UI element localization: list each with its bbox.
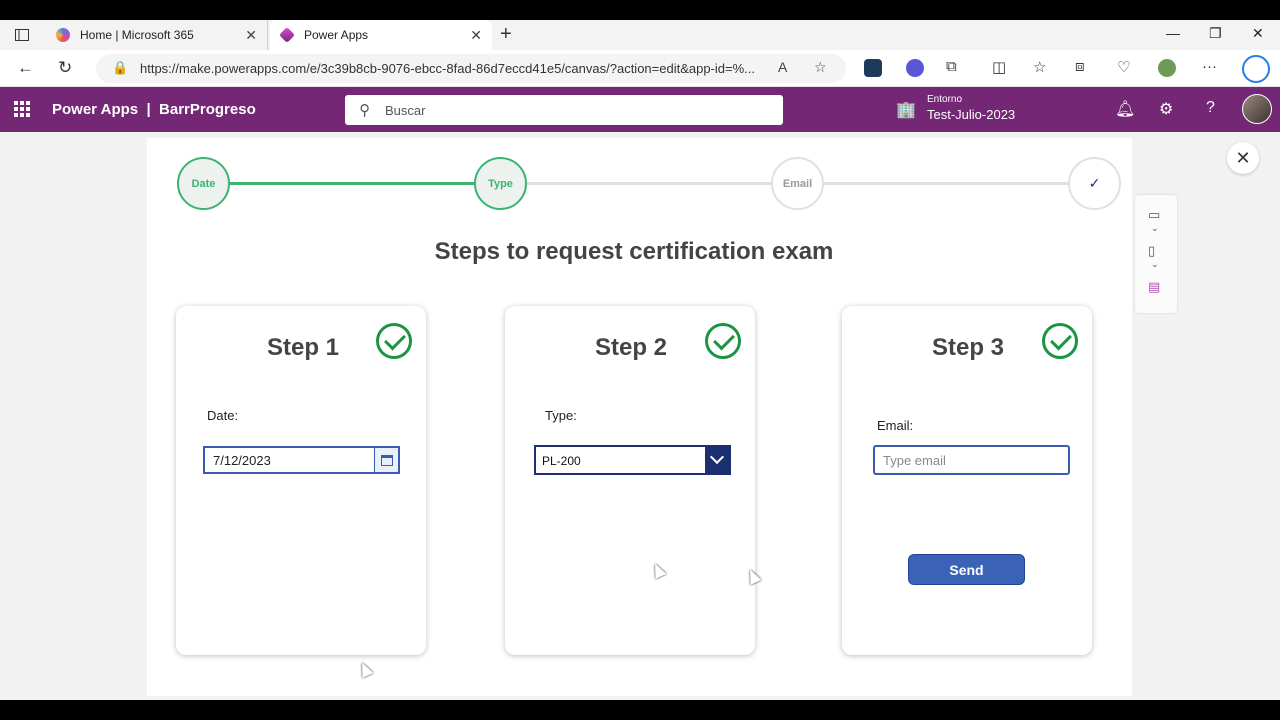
screen: Home | Microsoft 365 ✕ Power Apps ✕ + — … xyxy=(0,0,1280,720)
email-input[interactable] xyxy=(873,445,1070,475)
chevron-down-icon[interactable] xyxy=(705,447,729,473)
type-dropdown[interactable]: PL-200 xyxy=(534,445,731,475)
progress-line-pending xyxy=(527,182,771,185)
url-field[interactable]: 🔒 https://make.powerapps.com/e/3c39b8cb-… xyxy=(96,54,846,83)
extension-record-icon[interactable] xyxy=(906,59,924,77)
device-side-panel: ▭ ⌄ ▯ ⌄ ▤ xyxy=(1135,195,1177,313)
refresh-icon[interactable]: ↻ xyxy=(58,58,72,78)
split-screen-icon[interactable]: ◫ xyxy=(992,58,1006,76)
browser-essentials-icon[interactable]: ♡ xyxy=(1117,58,1130,76)
step-2-card: Step 2 Type: PL-200 xyxy=(505,306,755,655)
minimize-icon[interactable]: — xyxy=(1166,25,1180,41)
app-preview-icon[interactable]: ▤ xyxy=(1148,279,1160,295)
dropdown-value: PL-200 xyxy=(542,454,581,468)
progress-line-pending xyxy=(824,182,1068,185)
bing-copilot-icon[interactable] xyxy=(1242,55,1270,83)
phone-icon[interactable]: ▯ xyxy=(1148,243,1155,259)
chevron-down-icon[interactable]: ⌄ xyxy=(1151,223,1159,234)
app-name: Power Apps xyxy=(52,101,139,118)
read-aloud-icon[interactable]: A xyxy=(778,59,787,75)
step-3-card: Step 3 Email: Send xyxy=(842,306,1092,655)
date-value: 7/12/2023 xyxy=(213,453,271,468)
address-bar-row: ← ↻ 🔒 https://make.powerapps.com/e/3c39b… xyxy=(0,50,1280,87)
search-icon: ⚲ xyxy=(359,102,370,119)
send-button[interactable]: Send xyxy=(908,554,1025,585)
microsoft-365-icon xyxy=(56,28,70,42)
notifications-bell-icon[interactable]: 🔔︎ xyxy=(1115,99,1135,119)
progress-step-complete-check: ✓ xyxy=(1068,157,1121,210)
step-1-card: Step 1 Date: 7/12/2023 xyxy=(176,306,426,655)
browser-tab-strip: Home | Microsoft 365 ✕ Power Apps ✕ + — … xyxy=(0,20,1280,50)
settings-gear-icon[interactable]: ⚙ xyxy=(1159,99,1173,119)
check-circle-icon xyxy=(705,323,741,359)
extensions-icon[interactable]: ⧉ xyxy=(946,58,957,75)
search-placeholder: Buscar xyxy=(385,103,426,118)
power-apps-header: Power Apps | BarrProgreso ⚲ Buscar 🏢 Ent… xyxy=(0,87,1280,132)
tab-label: Home | Microsoft 365 xyxy=(80,28,194,42)
help-icon[interactable]: ? xyxy=(1206,99,1215,117)
title-separator: | xyxy=(146,101,151,118)
favorites-icon[interactable]: ☆ xyxy=(1033,58,1046,76)
environment-name[interactable]: Test-Julio-2023 xyxy=(927,107,1015,122)
tab-microsoft-365[interactable]: Home | Microsoft 365 ✕ xyxy=(46,20,268,50)
extension-icon[interactable] xyxy=(864,59,882,77)
progress-step-date: Date xyxy=(177,157,230,210)
power-apps-icon xyxy=(279,27,295,43)
email-label: Email: xyxy=(877,418,914,433)
favorite-star-icon[interactable]: ☆ xyxy=(814,59,827,76)
app-title: Power Apps | BarrProgreso xyxy=(52,101,256,118)
progress-step-email: Email xyxy=(771,157,824,210)
card-title: Step 2 xyxy=(595,334,668,361)
chevron-down-icon[interactable]: ⌄ xyxy=(1151,259,1159,270)
environment-icon: 🏢 xyxy=(896,102,916,119)
close-tab-icon[interactable]: ✕ xyxy=(245,27,257,44)
tab-power-apps[interactable]: Power Apps ✕ xyxy=(270,20,492,50)
type-label: Type: xyxy=(545,408,577,423)
page-title: Steps to request certification exam xyxy=(434,238,834,265)
user-avatar[interactable] xyxy=(1242,94,1272,124)
calendar-icon xyxy=(380,454,393,466)
profile-icon[interactable] xyxy=(1158,59,1176,77)
collections-icon[interactable]: ⧈ xyxy=(1075,58,1085,75)
check-circle-icon xyxy=(1042,323,1078,359)
progress-line-complete xyxy=(230,182,474,185)
back-icon[interactable]: ← xyxy=(17,58,34,78)
lock-icon: 🔒 xyxy=(112,60,129,75)
project-name: BarrProgreso xyxy=(159,101,256,118)
tab-label: Power Apps xyxy=(304,28,369,42)
tab-actions-icon[interactable] xyxy=(10,26,34,44)
date-label: Date: xyxy=(207,408,239,423)
restore-icon[interactable]: ❐ xyxy=(1209,25,1222,42)
app-launcher-icon[interactable] xyxy=(14,101,30,117)
new-tab-icon[interactable]: + xyxy=(500,23,512,46)
card-title: Step 1 xyxy=(267,334,340,361)
check-circle-icon xyxy=(376,323,412,359)
progress-step-type: Type xyxy=(474,157,527,210)
environment-label: Entorno xyxy=(927,94,963,105)
calendar-button[interactable] xyxy=(374,448,398,472)
close-tab-icon[interactable]: ✕ xyxy=(470,27,482,44)
card-title: Step 3 xyxy=(932,334,1005,361)
close-window-icon[interactable]: ✕ xyxy=(1252,25,1264,42)
search-box[interactable]: ⚲ Buscar xyxy=(345,95,783,125)
more-options-icon[interactable]: ··· xyxy=(1202,58,1217,75)
tablet-icon[interactable]: ▭ xyxy=(1148,207,1160,223)
date-picker[interactable]: 7/12/2023 xyxy=(203,446,400,474)
close-preview-icon[interactable]: ✕ xyxy=(1227,142,1259,174)
url-text: https://make.powerapps.com/e/3c39b8cb-90… xyxy=(140,61,755,76)
